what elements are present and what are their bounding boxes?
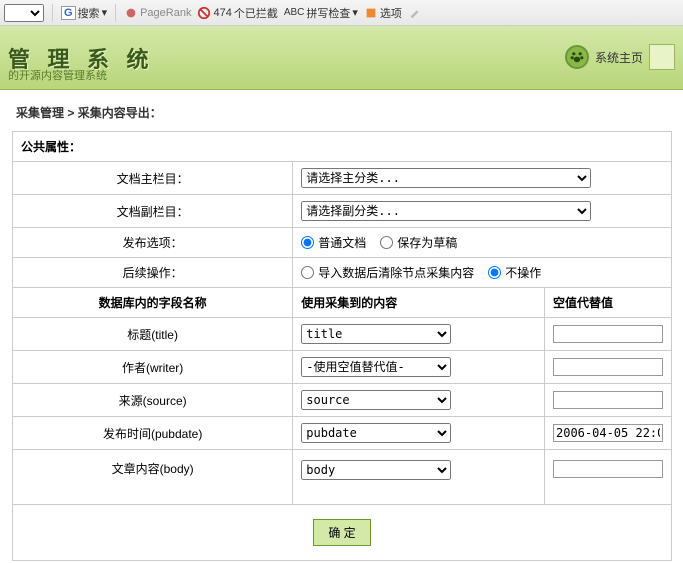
highlighter-item[interactable] [408,6,422,20]
row-label: 作者(writer) [13,351,293,384]
blocked-count: 474 [213,7,231,19]
row-select[interactable]: pubdate [301,423,451,443]
chevron-down-icon: ▾ [352,6,358,19]
col-empty-value: 空值代替值 [545,288,672,318]
col-use-collected: 使用采集到的内容 [293,288,545,318]
col-db-field: 数据库内的字段名称 [13,288,293,318]
row-empty-input[interactable] [553,325,663,343]
pagerank-label: PageRank [140,7,191,19]
row-label: 文章内容(body) [13,450,293,505]
radio-clear-after-input[interactable] [301,266,314,279]
blocked-item[interactable]: 474 个已拦截 [197,5,277,21]
sparkle-icon [124,6,138,20]
label-sub-col: 文档副栏目： [13,195,293,228]
blocked-label: 个已拦截 [234,5,278,21]
table-row: 作者(writer) -使用空值替代值- [13,351,672,384]
submit-button[interactable]: 确 定 [313,519,370,546]
radio-clear-after[interactable]: 导入数据后清除节点采集内容 [301,264,474,281]
radio-normal-doc[interactable]: 普通文档 [301,234,366,251]
browser-toolbar: G 搜索 ▾ PageRank 474 个已拦截 ABC 拼写检查 ▾ 选项 [0,0,683,26]
row-select[interactable]: -使用空值替代值- [301,357,451,377]
row-empty-input[interactable] [553,358,663,376]
toolbar-select-left[interactable] [4,4,44,22]
breadcrumb-parent[interactable]: 采集管理 [16,106,64,120]
label-main-col: 文档主栏目： [13,162,293,195]
grid-button[interactable] [649,44,675,70]
row-select[interactable]: title [301,324,451,344]
app-header: 管 理 系 统 的开源内容管理系统 系统主页 [0,26,683,90]
table-row: 来源(source) source [13,384,672,417]
google-icon: G [61,6,76,20]
highlighter-icon [408,6,422,20]
main-content: 采集管理 > 采集内容导出： 公共属性： 文档主栏目： 请选择主分类... 文档… [0,90,683,561]
spellcheck-item[interactable]: ABC 拼写检查 ▾ [284,5,358,21]
options-label: 选项 [380,5,402,21]
pagerank-item[interactable]: PageRank [124,6,191,20]
table-row: 标题(title) title [13,318,672,351]
row-label: 标题(title) [13,318,293,351]
breadcrumb-current: 采集内容导出： [78,106,162,120]
paw-icon [565,45,589,69]
sub-category-select[interactable]: 请选择副分类... [301,201,591,221]
radio-save-draft[interactable]: 保存为草稿 [380,234,457,251]
radio-no-op-input[interactable] [488,266,501,279]
search-label: 搜索 [78,5,100,21]
radio-normal-doc-input[interactable] [301,236,314,249]
row-empty-input[interactable] [553,424,663,442]
spellcheck-label: 拼写检查 [306,5,350,21]
row-empty-input[interactable] [553,391,663,409]
options-item[interactable]: 选项 [364,5,402,21]
spellcheck-icon: ABC [284,7,305,18]
row-select[interactable]: source [301,390,451,410]
google-search[interactable]: G 搜索 ▾ [61,5,107,21]
breadcrumb: 采集管理 > 采集内容导出： [12,98,683,127]
star-icon [364,6,378,20]
form-table: 公共属性： 文档主栏目： 请选择主分类... 文档副栏目： 请选择副分类... … [12,131,672,561]
chevron-down-icon: ▾ [102,6,108,19]
section-public-attrs: 公共属性： [13,132,672,162]
breadcrumb-sep: > [67,106,74,120]
table-row: 文章内容(body) body [13,450,672,505]
label-publish-opt: 发布选项： [13,228,293,258]
row-label: 发布时间(pubdate) [13,417,293,450]
label-followup: 后续操作： [13,258,293,288]
table-row: 发布时间(pubdate) pubdate [13,417,672,450]
radio-save-draft-input[interactable] [380,236,393,249]
row-select[interactable]: body [301,460,451,480]
blocked-icon [197,6,211,20]
main-category-select[interactable]: 请选择主分类... [301,168,591,188]
row-empty-input[interactable] [553,460,663,478]
radio-no-op[interactable]: 不操作 [488,264,541,281]
row-label: 来源(source) [13,384,293,417]
home-link[interactable]: 系统主页 [595,49,643,66]
app-subtitle: 的开源内容管理系统 [8,67,107,83]
